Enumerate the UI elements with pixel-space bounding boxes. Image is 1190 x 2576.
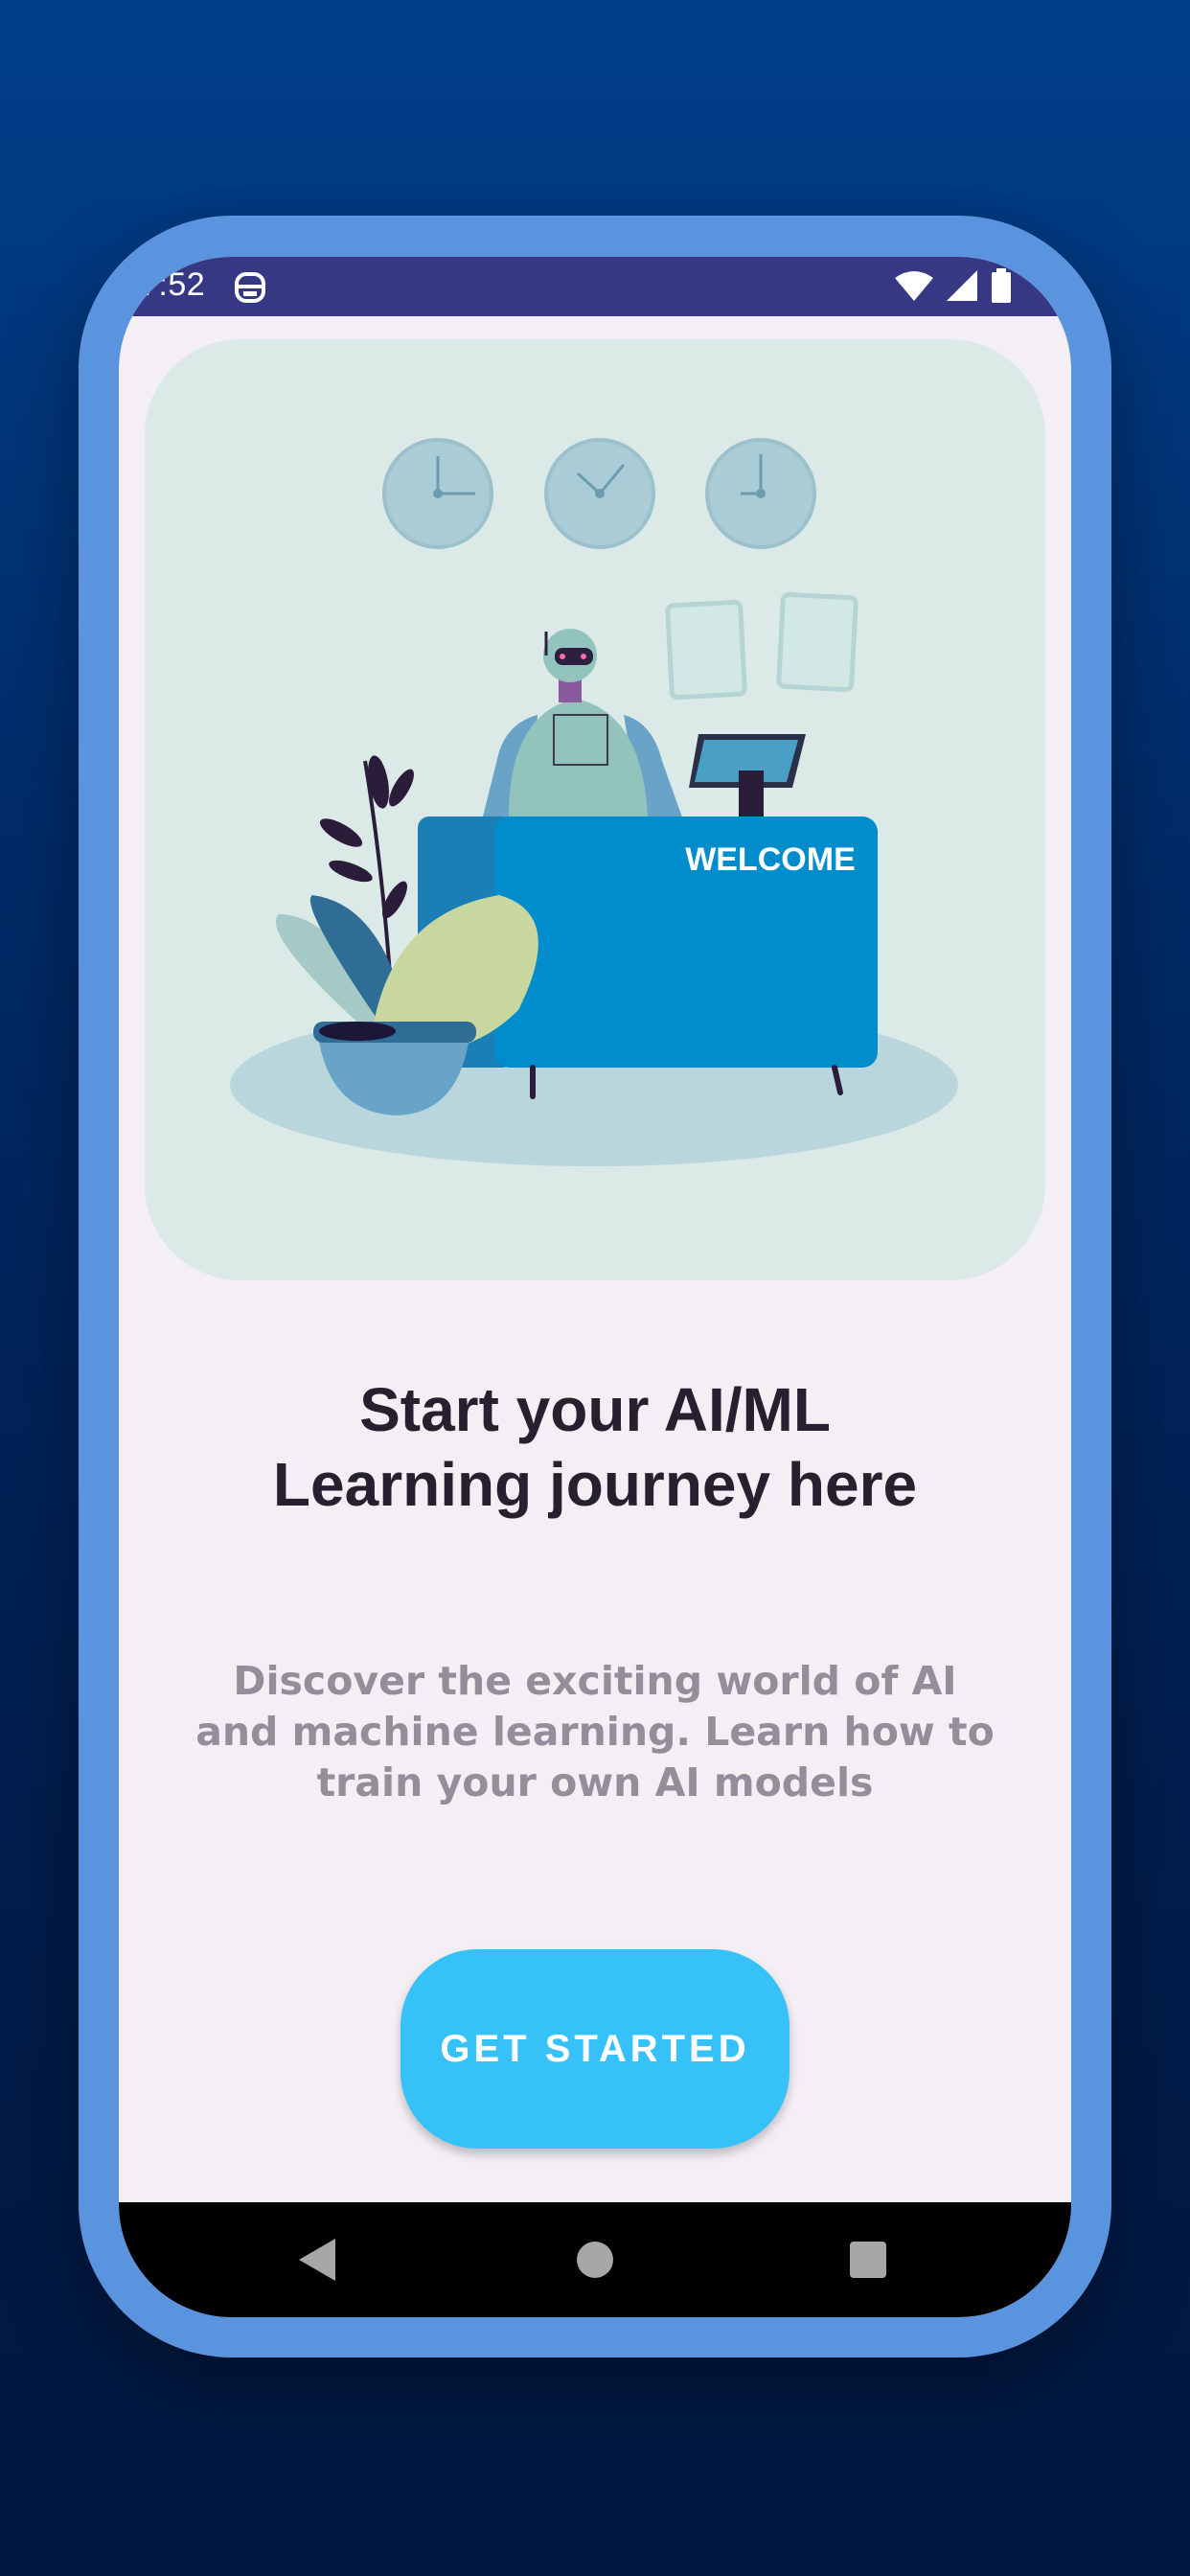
page-title-line-1: Start your AI/ML: [359, 1375, 831, 1444]
monitor-icon: [689, 734, 806, 824]
clock-icon: [382, 438, 493, 549]
robot-receptionist: [480, 629, 686, 828]
status-time: 7:52: [140, 266, 206, 303]
home-icon[interactable]: [566, 2231, 624, 2288]
page-title: Start your AI/ML Learning journey here: [176, 1372, 1014, 1522]
robot-face-icon: [234, 270, 266, 305]
system-nav-bar: [119, 2202, 1071, 2317]
status-icons: [895, 268, 1012, 307]
status-bar: 7:52: [119, 257, 1071, 316]
welcome-illustration: WELCOME: [145, 339, 1045, 1280]
battery-icon: [991, 268, 1012, 307]
phone-screen: 7:52 WELCOME Start your AI/ML Learning j…: [119, 257, 1071, 2317]
wifi-icon: [895, 270, 933, 305]
onboarding-content: WELCOME Start your AI/ML Learning journe…: [119, 316, 1071, 2202]
recents-icon[interactable]: [839, 2231, 897, 2288]
back-icon[interactable]: [289, 2231, 347, 2288]
page-title-line-2: Learning journey here: [272, 1450, 918, 1519]
cell-signal-icon: [947, 270, 977, 305]
clock-icon: [544, 438, 655, 549]
clock-icon: [705, 438, 816, 549]
get-started-button[interactable]: GET STARTED: [400, 1949, 790, 2149]
page-description: Discover the exciting world of AI and ma…: [195, 1658, 995, 1806]
welcome-sign-text: WELCOME: [685, 841, 856, 878]
